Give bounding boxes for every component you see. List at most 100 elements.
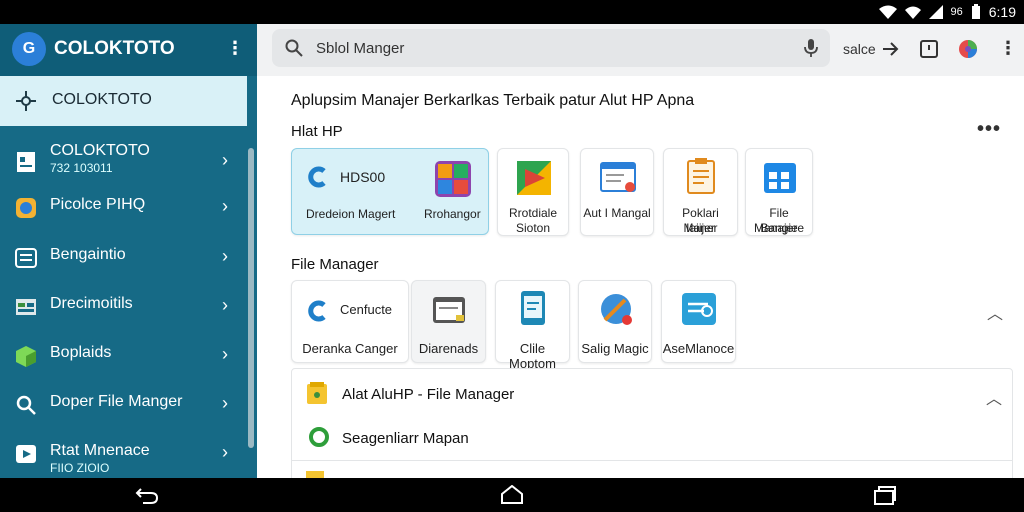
- search-icon: [285, 39, 303, 57]
- arrow-right-icon[interactable]: [879, 38, 901, 60]
- multi-app-icon: [435, 161, 471, 197]
- sidebar-item-label: Drecimoitils: [50, 295, 133, 312]
- app-card[interactable]: AseMlanoce: [661, 280, 736, 363]
- app-card[interactable]: Rrotdiale Sioton: [497, 148, 569, 236]
- app-card-label: Deranka Canger: [302, 341, 398, 356]
- app-card-label: Rrotdiale: [508, 206, 558, 220]
- clipboard-icon: [687, 158, 715, 194]
- app-card[interactable]: Poklari Maner Iaiijer: [663, 148, 738, 236]
- ring-icon: [309, 427, 329, 447]
- sidebar-item-label: Rtat Mnenace: [50, 442, 150, 459]
- status-bar: 96 6:19: [0, 0, 1024, 24]
- cell-signal-icon: [928, 5, 943, 19]
- app-card[interactable]: Salig Magic: [578, 280, 652, 363]
- colorful-app-icon[interactable]: [957, 38, 979, 60]
- more-vert-icon[interactable]: ⋮: [226, 38, 244, 59]
- sidebar-item-label: Bengaintio: [50, 246, 126, 263]
- section-label-file-manager: File Manager: [291, 256, 379, 273]
- app-title: COLOKTOTO: [54, 38, 175, 59]
- list-item[interactable]: Seagenliarr Mapan: [342, 430, 469, 447]
- folder-board-icon: [433, 297, 465, 323]
- sidebar-item-label: COLOKTOTO: [50, 142, 150, 159]
- chevron-right-icon: ›: [222, 295, 228, 315]
- more-horiz-icon[interactable]: •••: [977, 118, 1001, 141]
- sidebar-item-label: COLOKTOTO: [52, 91, 152, 108]
- sidebar-item-label: Boplaids: [50, 344, 112, 361]
- box-icon: [16, 346, 36, 367]
- photo-app-icon: [16, 198, 36, 218]
- featured-card-right-label: Rrohangor: [424, 207, 481, 221]
- featured-card[interactable]: HDS00 Dredeion Magert Rrohangor: [291, 148, 489, 235]
- expandable-section: Alat AluHP - File Manager ︿ Seagenliarr …: [291, 368, 1013, 464]
- sidebar-item-label: Doper File Manger: [50, 393, 183, 410]
- list-icon: [15, 248, 37, 268]
- chat-app-icon: [682, 293, 716, 325]
- signal-icon: [904, 6, 921, 19]
- sidebar-item-drecimoitils[interactable]: Drecimoitils ›: [0, 283, 247, 331]
- more-vert-icon[interactable]: ⋮: [999, 38, 1017, 59]
- search-input[interactable]: Sblol Manger: [316, 40, 404, 57]
- calendar-grid-icon: [764, 163, 796, 193]
- top-bar: Sblol Manger salce ⋮: [257, 24, 1024, 76]
- sidebar-item-coloktoto[interactable]: COLOKTOTO 732 103011 ›: [0, 138, 247, 186]
- featured-card-title: HDS00: [340, 169, 386, 185]
- phone-doc-icon: [521, 291, 545, 325]
- app-card[interactable]: Cenfucte Deranka Canger: [291, 280, 409, 363]
- app-card[interactable]: Clile Moptom: [495, 280, 570, 371]
- app-card-sublabel: Sioton: [515, 221, 551, 235]
- chevron-right-icon: ›: [222, 442, 228, 462]
- sidebar-item-doper-file-manger[interactable]: Doper File Manger ›: [0, 381, 247, 429]
- c-logo-icon: [308, 166, 326, 188]
- list-item-partial: [291, 460, 1013, 479]
- chevron-right-icon: ›: [222, 196, 228, 216]
- drive-app-icon: [517, 161, 551, 195]
- hub-icon: [16, 91, 36, 111]
- sidebar-header: G COLOKTOTO ⋮: [0, 24, 257, 76]
- sidebar-item-boplaids[interactable]: Boplaids ›: [0, 332, 247, 380]
- wifi-icon: [878, 5, 897, 19]
- page-heading: Aplupsim Manajer Berkarlkas Terbaik patu…: [291, 92, 695, 109]
- chevron-up-icon[interactable]: ︿: [986, 385, 1002, 409]
- grid-table-icon: [16, 299, 36, 315]
- sidebar-item-home[interactable]: COLOKTOTO: [0, 76, 247, 126]
- folder-doc-icon: [307, 382, 327, 404]
- sidebar-item-rtat-mnenace[interactable]: Rtat Mnenace FIIO ZIOIO ›: [0, 430, 247, 478]
- app-logo-icon: G: [12, 32, 46, 66]
- sidebar: G COLOKTOTO ⋮ COLOKTOTO COLOKTOTO 732 10…: [0, 24, 257, 478]
- app-card-label: Clile Moptom: [509, 341, 556, 371]
- search-icon: [16, 395, 36, 415]
- sidebar-item-picolce[interactable]: Picolce PIHQ ›: [0, 184, 247, 232]
- sidebar-item-sublabel: 732 103011: [50, 161, 113, 175]
- sidebar-item-label: Picolce PIHQ: [50, 196, 146, 213]
- search-bar[interactable]: Sblol Manger: [272, 29, 830, 67]
- mic-icon[interactable]: [802, 38, 820, 58]
- app-card-sublabel: Bangie: [760, 221, 798, 235]
- featured-card-left-label: Dredeion Magert: [306, 207, 396, 221]
- toolbar-text[interactable]: salce: [843, 41, 876, 57]
- sidebar-scrollbar[interactable]: [248, 148, 254, 448]
- chevron-right-icon: ›: [222, 150, 228, 170]
- chevron-right-icon: ›: [222, 344, 228, 364]
- timer-icon[interactable]: [918, 38, 940, 60]
- section-label-hlat-hp: Hlat HP: [291, 123, 343, 140]
- c-logo-icon: [308, 300, 326, 322]
- battery-icon: [971, 4, 980, 19]
- app-card[interactable]: File Manajere Bangie: [745, 148, 813, 236]
- chevron-right-icon: ›: [222, 246, 228, 266]
- sidebar-item-bengaintio[interactable]: Bengaintio ›: [0, 234, 247, 282]
- chevron-up-icon[interactable]: ︿: [987, 300, 1003, 324]
- app-card[interactable]: Diarenads: [411, 280, 486, 363]
- back-icon[interactable]: [135, 485, 159, 505]
- app-card-label: AseMlanoce: [662, 341, 735, 356]
- recents-icon[interactable]: [873, 485, 897, 505]
- document-icon: [17, 152, 35, 172]
- app-card-label: Diarenads: [418, 341, 479, 356]
- clock: 6:19: [988, 4, 1016, 20]
- app-card-label: Salig Magic: [581, 341, 649, 356]
- section-title[interactable]: Alat AluHP - File Manager: [342, 386, 514, 403]
- battery-percent: 96: [950, 6, 963, 18]
- app-card[interactable]: Aut I Mangal: [580, 148, 654, 236]
- chevron-right-icon: ›: [222, 393, 228, 413]
- home-icon[interactable]: [500, 485, 524, 505]
- app-card-title: Cenfucte: [340, 302, 393, 317]
